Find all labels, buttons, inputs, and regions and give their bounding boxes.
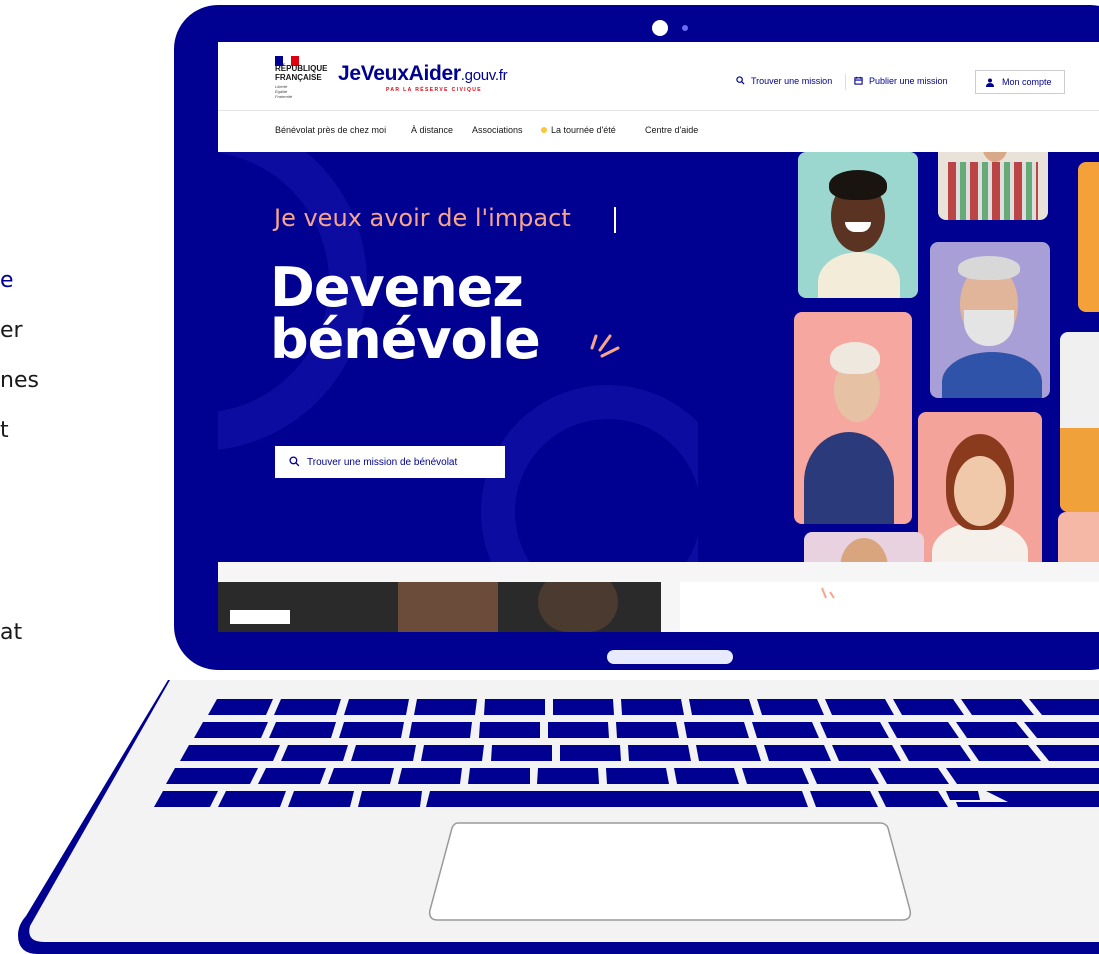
cta-label: Trouver une mission de bénévolat — [307, 456, 458, 468]
left-fragment-1: e — [0, 268, 14, 293]
search-icon — [736, 76, 745, 85]
account-label: Mon compte — [1002, 77, 1052, 87]
volunteer-photo-bald-man — [804, 532, 924, 562]
republique-label: RÉPUBLIQUE FRANÇAISE — [275, 64, 327, 82]
republique-motto: Liberté Égalité Fraternité — [275, 84, 292, 99]
motto-3: Fraternité — [275, 94, 293, 99]
hero-section: Je veux avoir de l'impact Devenez bénévo… — [218, 152, 1099, 562]
left-fragment-5: at — [0, 620, 23, 645]
summer-dot-icon — [541, 127, 547, 133]
left-fragment-2: er — [0, 318, 23, 343]
volunteer-photo-right-edge — [1060, 332, 1099, 512]
volunteer-photo-bottom-edge — [1058, 512, 1099, 562]
trackpad[interactable] — [428, 822, 912, 922]
headline-line-2: bénévole — [270, 308, 541, 371]
site-logo[interactable]: JeVeuxAider.gouv.fr — [338, 62, 508, 86]
volunteer-photo-young-man — [798, 152, 918, 298]
calendar-icon — [854, 76, 863, 85]
brand-name: JeVeuxAider — [338, 62, 461, 85]
find-mission-label: Trouver une mission — [751, 76, 833, 86]
spark-small-icon — [821, 587, 835, 599]
spark-decoration-icon — [590, 334, 620, 358]
nav-item-remote[interactable]: À distance — [411, 125, 453, 135]
search-icon — [289, 456, 300, 467]
volunteer-photo-short-hair-woman — [794, 312, 912, 524]
find-mission-link[interactable]: Trouver une mission — [736, 76, 832, 86]
brand-subtitle: PAR LA RÉSERVE CIVIQUE — [386, 87, 482, 93]
publish-mission-link[interactable]: Publier une mission — [854, 76, 948, 86]
gov-line-1: RÉPUBLIQUE — [275, 64, 328, 73]
account-button[interactable]: Mon compte — [975, 70, 1065, 94]
find-volunteer-mission-button[interactable]: Trouver une mission de bénévolat — [275, 446, 505, 478]
lower-section — [218, 562, 1099, 632]
info-card — [680, 582, 1099, 632]
volunteer-photo-plaid-shirt — [938, 152, 1048, 220]
volunteer-photo-orange-edge — [1078, 162, 1099, 312]
nav-item-summer-tour-label: La tournée d'été — [551, 125, 616, 135]
laptop-notch-bar — [607, 650, 733, 664]
publish-mission-label: Publier une mission — [869, 76, 948, 86]
left-fragment-4: t — [0, 418, 9, 443]
republique-flag-logo — [275, 53, 301, 66]
main-nav: Bénévolat près de chez moi À distance As… — [218, 110, 1099, 153]
user-icon — [986, 78, 994, 87]
website-viewport: RÉPUBLIQUE FRANÇAISE Liberté Égalité Fra… — [218, 42, 1099, 632]
nav-item-summer-tour[interactable]: La tournée d'été — [541, 125, 616, 135]
headline-line-1: Devenez — [270, 256, 524, 319]
nav-item-associations[interactable]: Associations — [472, 125, 523, 135]
gov-line-2: FRANÇAISE — [275, 73, 322, 82]
header-divider — [845, 74, 846, 90]
typing-caret — [614, 207, 616, 233]
nav-item-nearby[interactable]: Bénévolat près de chez moi — [275, 125, 386, 135]
webcam — [652, 20, 668, 36]
webcam-sensor — [682, 25, 688, 31]
volunteer-photo-smiling-woman — [918, 412, 1042, 562]
hero-tagline: Je veux avoir de l'impact — [274, 204, 571, 232]
left-fragment-3: nes — [0, 368, 39, 393]
hero-headline: Devenez bénévole — [270, 256, 541, 371]
nav-item-help-center[interactable]: Centre d'aide — [645, 125, 698, 135]
volunteer-photo-senior-man — [930, 242, 1050, 398]
site-header: RÉPUBLIQUE FRANÇAISE Liberté Égalité Fra… — [218, 42, 1099, 110]
featured-image — [218, 582, 661, 632]
brand-domain: .gouv.fr — [460, 67, 508, 84]
